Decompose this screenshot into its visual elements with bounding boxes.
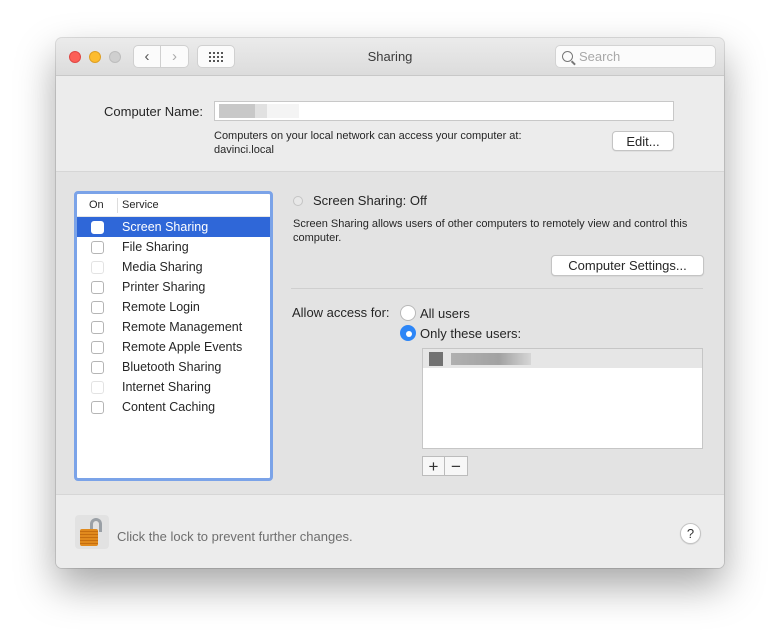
service-label: Printer Sharing bbox=[122, 280, 206, 294]
service-row[interactable]: File Sharing bbox=[77, 237, 270, 257]
footer: Click the lock to prevent further change… bbox=[56, 494, 724, 568]
service-label: File Sharing bbox=[122, 240, 189, 254]
radio-button-only-these-users[interactable] bbox=[400, 325, 416, 341]
service-checkbox[interactable] bbox=[91, 300, 104, 314]
user-name-redacted bbox=[451, 352, 531, 365]
service-row[interactable]: Screen Sharing bbox=[77, 217, 270, 237]
services-list[interactable]: On Service Screen Sharing File Sharing Med… bbox=[74, 191, 273, 481]
lock-message: Click the lock to prevent further change… bbox=[117, 529, 353, 544]
network-address-description: Computers on your local network can acce… bbox=[214, 129, 522, 157]
column-header-on[interactable]: On bbox=[77, 199, 117, 211]
radio-all-users[interactable]: All users bbox=[400, 305, 470, 321]
search-icon bbox=[562, 51, 573, 62]
service-checkbox[interactable] bbox=[91, 360, 104, 374]
service-checkbox bbox=[91, 380, 104, 394]
add-user-button[interactable]: + bbox=[422, 456, 445, 476]
radio-only-these-users[interactable]: Only these users: bbox=[400, 325, 521, 341]
help-button[interactable]: ? bbox=[680, 523, 701, 544]
service-label: Media Sharing bbox=[122, 260, 203, 274]
service-row[interactable]: Remote Login bbox=[77, 297, 270, 317]
service-checkbox[interactable] bbox=[91, 280, 104, 294]
computer-name-label: Computer Name: bbox=[104, 104, 203, 119]
service-row[interactable]: Remote Apple Events bbox=[77, 337, 270, 357]
service-row[interactable]: Media Sharing bbox=[77, 257, 270, 277]
service-label: Screen Sharing bbox=[122, 220, 209, 234]
computer-name-value-redacted bbox=[219, 104, 299, 118]
service-checkbox[interactable] bbox=[91, 240, 104, 254]
service-label: Content Caching bbox=[122, 400, 216, 414]
computer-name-section: Computer Name: Computers on your local n… bbox=[56, 76, 724, 172]
service-label: Remote Login bbox=[122, 300, 200, 314]
radio-label-only-these-users: Only these users: bbox=[420, 325, 522, 341]
divider bbox=[291, 288, 703, 289]
service-checkbox[interactable] bbox=[91, 220, 104, 234]
service-label: Bluetooth Sharing bbox=[122, 360, 222, 374]
service-row[interactable]: Remote Management bbox=[77, 317, 270, 337]
list-item[interactable] bbox=[423, 349, 702, 368]
services-section: On Service Screen Sharing File Sharing Med… bbox=[56, 172, 724, 494]
radio-button-all-users[interactable] bbox=[400, 305, 416, 321]
services-header: On Service bbox=[77, 194, 270, 217]
service-row[interactable]: Bluetooth Sharing bbox=[77, 357, 270, 377]
service-row[interactable]: Content Caching bbox=[77, 397, 270, 417]
search-field[interactable] bbox=[555, 45, 716, 68]
service-row[interactable]: Internet Sharing bbox=[77, 377, 270, 397]
service-checkbox[interactable] bbox=[91, 340, 104, 354]
service-description: Screen Sharing allows users of other com… bbox=[293, 218, 688, 244]
computer-settings-button[interactable]: Computer Settings... bbox=[551, 255, 704, 276]
service-checkbox[interactable] bbox=[91, 320, 104, 334]
title-bar: ‹ › Sharing bbox=[56, 38, 724, 76]
service-label: Remote Apple Events bbox=[122, 340, 243, 354]
service-checkbox[interactable] bbox=[91, 400, 104, 414]
edit-button[interactable]: Edit... bbox=[612, 131, 674, 151]
service-checkbox bbox=[91, 260, 104, 274]
service-row[interactable]: Printer Sharing bbox=[77, 277, 270, 297]
allowed-users-list[interactable] bbox=[422, 348, 703, 449]
service-label: Internet Sharing bbox=[122, 380, 211, 394]
computer-name-field[interactable] bbox=[214, 101, 674, 121]
remove-user-button[interactable]: − bbox=[445, 456, 468, 476]
column-header-service[interactable]: Service bbox=[117, 197, 159, 213]
allow-access-label: Allow access for: bbox=[292, 305, 390, 320]
service-status: Screen Sharing: Off bbox=[313, 193, 427, 208]
user-avatar-icon bbox=[429, 351, 443, 366]
service-label: Remote Management bbox=[122, 320, 243, 334]
add-remove-buttons: + − bbox=[422, 456, 468, 476]
sharing-window: ‹ › Sharing Computer Name: Computers on … bbox=[56, 38, 724, 568]
network-description-text: Computers on your local network can acce… bbox=[214, 130, 522, 142]
local-hostname: davinci.local bbox=[214, 144, 274, 156]
lock-icon[interactable] bbox=[75, 515, 109, 549]
search-input[interactable] bbox=[579, 49, 709, 64]
radio-label-all-users: All users bbox=[420, 305, 470, 321]
status-indicator-icon bbox=[293, 196, 303, 206]
